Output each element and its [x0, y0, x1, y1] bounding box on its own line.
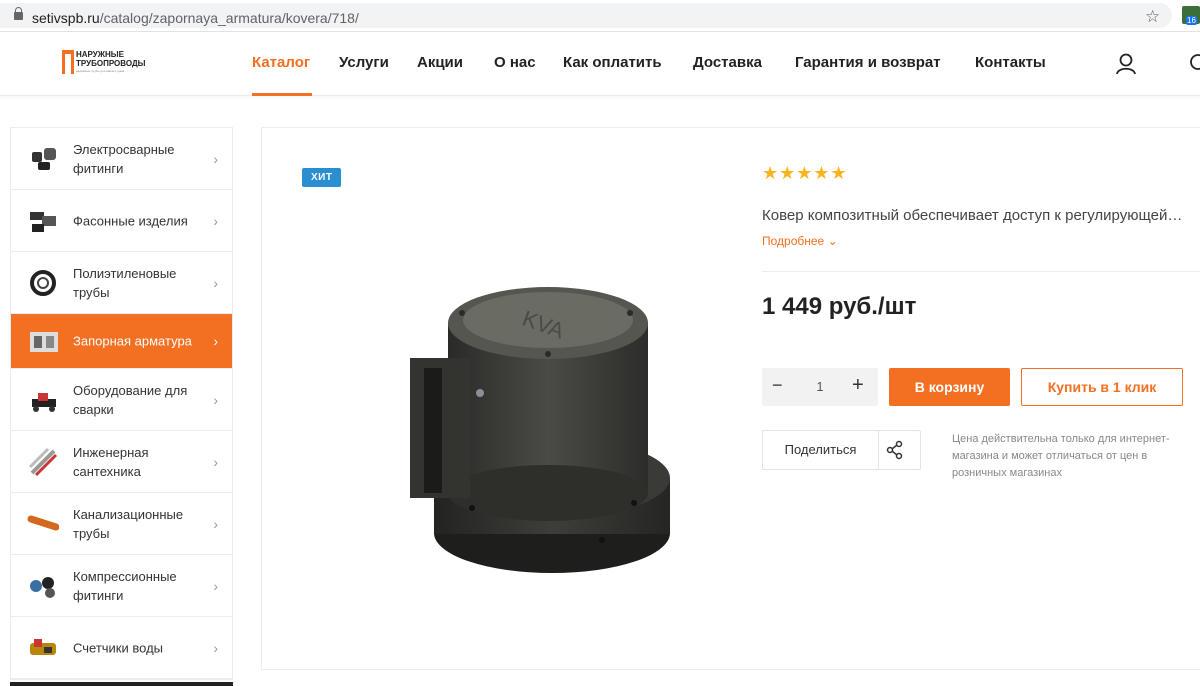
product-description: Ковер композитный обеспечивает доступ к …: [762, 207, 1183, 224]
chevron-right-icon: ›: [213, 333, 218, 349]
category-thumbnail: [30, 211, 56, 232]
share-label: Поделиться: [763, 431, 879, 469]
logo-line1: НАРУЖНЫЕ: [76, 50, 124, 59]
category-thumbnail: [32, 147, 56, 170]
sidebar-item-6[interactable]: Канализационные трубы ›: [11, 493, 232, 555]
logo-tagline: надёжные трубы для вашего дома: [76, 69, 125, 73]
logo-mark: [62, 50, 74, 74]
sidebar-item-5[interactable]: Инженерная сантехника ›: [11, 431, 232, 493]
extension-badge: 16: [1186, 16, 1197, 25]
sidebar-item-label: Запорная арматура: [73, 333, 192, 349]
user-icon[interactable]: [1115, 52, 1137, 76]
url-text[interactable]: setivspb.ru/catalog/zapornaya_armatura/k…: [32, 10, 359, 26]
sidebar-item-label: Компрессионные фитинги: [73, 568, 177, 603]
sidebar-item-label: Фасонные изделия: [73, 213, 188, 228]
url-field[interactable]: setivspb.ru/catalog/zapornaya_armatura/k…: [0, 3, 1172, 28]
rating-stars: ★★★★★: [762, 163, 848, 183]
nav-item-6[interactable]: Гарантия и возврат: [795, 54, 941, 71]
add-to-cart-button[interactable]: В корзину: [889, 368, 1010, 406]
chevron-right-icon: ›: [213, 639, 218, 656]
category-thumbnail: [28, 447, 58, 476]
url-path: /catalog/zapornaya_armatura/kovera/718/: [99, 10, 359, 26]
sidebar-item-3[interactable]: Запорная арматура ›: [11, 314, 232, 369]
price-note: Цена действительна только для интернет-м…: [952, 433, 1170, 479]
category-thumbnail: [30, 576, 55, 598]
category-thumbnail: [30, 638, 56, 655]
lock-icon: [14, 7, 23, 20]
increase-button[interactable]: +: [852, 374, 864, 397]
category-thumbnail: [27, 515, 59, 530]
hit-badge: ХИТ: [302, 168, 342, 187]
share-button[interactable]: Поделиться: [762, 430, 921, 470]
nav-item-4[interactable]: Как оплатить: [563, 54, 662, 71]
chevron-right-icon: ›: [213, 453, 218, 470]
sidebar-item-label: Оборудование для сварки: [73, 382, 188, 417]
chevron-right-icon: ›: [213, 274, 218, 291]
divider: [762, 271, 1200, 272]
sidebar-item-2[interactable]: Полиэтиленовые трубы ›: [11, 252, 232, 314]
chevron-right-icon: ›: [213, 150, 218, 167]
sidebar-item-7[interactable]: Компрессионные фитинги ›: [11, 555, 232, 617]
nav-item-7[interactable]: Контакты: [975, 54, 1046, 71]
catalog-sidebar: Электросварные фитинги › Фасонные изделия ›…: [10, 127, 233, 680]
sidebar-item-label: Инженерная сантехника: [73, 444, 149, 479]
site-logo[interactable]: НАРУЖНЫЕ ТРУБОПРОВОДЫ надёжные трубы для…: [62, 48, 146, 80]
search-icon[interactable]: [1188, 52, 1200, 76]
site-header: НАРУЖНЫЕ ТРУБОПРОВОДЫ надёжные трубы для…: [0, 32, 1200, 96]
category-thumbnail: [32, 392, 56, 412]
chevron-right-icon: ›: [213, 515, 218, 532]
product-image[interactable]: KVA: [372, 268, 732, 618]
quantity-stepper: − 1 +: [762, 368, 878, 406]
sidebar-item-label: Счетчики воды: [73, 640, 163, 655]
nav-item-3[interactable]: О нас: [494, 54, 536, 71]
product-card: ХИТ KVA ★★★★★ Ковер композитный обеспечи…: [261, 127, 1200, 670]
sidebar-item-label: Полиэтиленовые трубы: [73, 265, 177, 300]
decrease-button[interactable]: −: [772, 375, 783, 396]
sidebar-item-1[interactable]: Фасонные изделия ›: [11, 190, 232, 252]
sidebar-item-0[interactable]: Электросварные фитинги ›: [11, 128, 232, 190]
sidebar-item-label: Электросварные фитинги: [73, 141, 175, 176]
logo-line2: ТРУБОПРОВОДЫ: [76, 59, 146, 68]
nav-active-underline: [252, 93, 312, 96]
sidebar-item-4[interactable]: Оборудование для сварки ›: [11, 369, 232, 431]
quantity-value[interactable]: 1: [812, 379, 828, 394]
category-thumbnail: [30, 269, 56, 296]
nav-item-1[interactable]: Услуги: [339, 54, 389, 71]
chevron-right-icon: ›: [213, 391, 218, 408]
browser-address-bar: setivspb.ru/catalog/zapornaya_armatura/k…: [0, 0, 1200, 32]
extension-icon[interactable]: 16: [1182, 6, 1200, 25]
more-link[interactable]: Подробнее ⌄: [762, 234, 838, 248]
chevron-right-icon: ›: [213, 577, 218, 594]
category-thumbnail: [30, 332, 58, 352]
product-price: 1 449 руб./шт: [762, 293, 917, 320]
nav-item-2[interactable]: Акции: [417, 54, 463, 71]
nav-item-0[interactable]: Каталог: [252, 54, 310, 71]
url-host: setivspb.ru: [32, 10, 100, 26]
sidebar-item-8[interactable]: Счетчики воды ›: [11, 617, 232, 679]
bookmark-star-icon[interactable]: ☆: [1145, 7, 1160, 27]
buy-one-click-button[interactable]: Купить в 1 клик: [1021, 368, 1183, 406]
sidebar-item-label: Канализационные трубы: [73, 506, 184, 541]
sidebar-bottom-strip: [10, 682, 233, 686]
nav-item-5[interactable]: Доставка: [693, 54, 762, 71]
chevron-right-icon: ›: [213, 212, 218, 229]
share-icon[interactable]: [885, 440, 905, 460]
